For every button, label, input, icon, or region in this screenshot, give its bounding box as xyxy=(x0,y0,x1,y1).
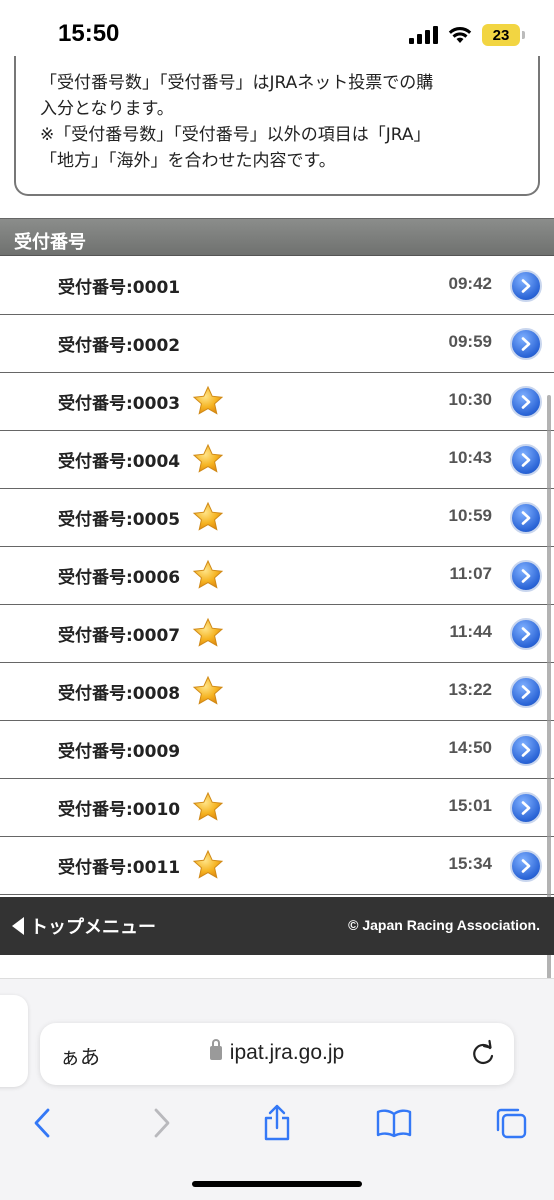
chevron-right-circle-icon[interactable] xyxy=(510,618,542,650)
forward-button[interactable] xyxy=(142,1103,182,1143)
receipt-time: 09:42 xyxy=(448,274,492,293)
previous-tab-preview[interactable] xyxy=(0,995,28,1087)
share-button[interactable] xyxy=(257,1103,297,1143)
receipt-number-label: 受付番号:0006 xyxy=(58,568,181,588)
footer-bar: トップメニュー © Japan Racing Association. xyxy=(0,897,554,955)
receipt-number-label: 受付番号:0004 xyxy=(58,452,181,472)
address-bar[interactable]: ぁあ ipat.jra.go.jp xyxy=(40,1023,514,1085)
star-icon xyxy=(192,617,224,649)
receipt-time: 14:50 xyxy=(448,738,492,757)
bookmarks-button[interactable] xyxy=(374,1103,414,1143)
receipt-time: 11:44 xyxy=(449,622,492,641)
chevron-right-circle-icon[interactable] xyxy=(510,328,542,360)
cellular-signal-icon xyxy=(409,26,438,44)
chevron-right-circle-icon[interactable] xyxy=(510,270,542,302)
receipt-row[interactable]: 受付番号:0010 15:01 xyxy=(0,779,554,837)
receipt-row[interactable]: 受付番号:0007 11:44 xyxy=(0,605,554,663)
home-indicator xyxy=(192,1181,362,1187)
chevron-right-circle-icon[interactable] xyxy=(510,676,542,708)
receipt-number-label: 受付番号:0002 xyxy=(58,336,181,356)
chevron-right-circle-icon[interactable] xyxy=(510,850,542,882)
reload-icon[interactable] xyxy=(468,1039,498,1069)
share-icon xyxy=(264,1104,290,1141)
chevron-left-icon xyxy=(34,1108,50,1138)
receipt-number-label: 受付番号:0005 xyxy=(58,510,181,530)
top-menu-link[interactable]: トップメニュー xyxy=(12,913,156,939)
receipt-row[interactable]: 受付番号:0011 15:34 xyxy=(0,837,554,895)
tabs-icon xyxy=(496,1108,527,1139)
chevron-right-icon xyxy=(154,1108,170,1138)
browser-toolbar: ぁあ ipat.jra.go.jp xyxy=(0,978,554,1200)
top-menu-label: トップメニュー xyxy=(30,917,156,938)
receipt-row[interactable]: 受付番号:0009 14:50 xyxy=(0,721,554,779)
star-icon xyxy=(192,443,224,475)
back-button[interactable] xyxy=(22,1103,62,1143)
receipt-row[interactable]: 受付番号:0001 09:42 xyxy=(0,257,554,315)
notice-box: 「受付番号数」「受付番号」はJRAネット投票での購 入分となります。 ※「受付番… xyxy=(14,56,540,196)
url-text: ipat.jra.go.jp xyxy=(229,1041,345,1064)
receipt-time: 09:59 xyxy=(448,332,492,351)
receipt-row[interactable]: 受付番号:0003 10:30 xyxy=(0,373,554,431)
star-icon xyxy=(192,501,224,533)
receipt-number-label: 受付番号:0009 xyxy=(58,742,181,762)
lock-icon xyxy=(209,1039,222,1060)
chevron-right-circle-icon[interactable] xyxy=(510,444,542,476)
section-header: 受付番号 xyxy=(0,218,554,256)
receipt-row[interactable]: 受付番号:0002 09:59 xyxy=(0,315,554,373)
star-icon xyxy=(192,791,224,823)
notice-line: 「地方」「海外」を合わせた内容です。 xyxy=(40,151,336,171)
star-icon xyxy=(192,385,224,417)
receipt-number-label: 受付番号:0010 xyxy=(58,800,181,820)
url-display[interactable]: ipat.jra.go.jp xyxy=(40,1039,514,1065)
status-icons: 23 xyxy=(409,24,525,46)
tabs-button[interactable] xyxy=(491,1103,531,1143)
chevron-right-circle-icon[interactable] xyxy=(510,792,542,824)
star-icon xyxy=(192,675,224,707)
receipt-time: 10:30 xyxy=(448,390,492,409)
receipt-time: 11:07 xyxy=(449,564,492,583)
book-icon xyxy=(376,1109,412,1138)
notice-line: 「受付番号数」「受付番号」はJRAネット投票での購 xyxy=(40,73,434,93)
receipt-list: 受付番号:0001 09:42 受付番号:0002 09:59 受付番号:0003 10:… xyxy=(0,257,554,895)
wifi-icon xyxy=(448,26,472,43)
copyright: © Japan Racing Association. xyxy=(348,917,540,933)
receipt-row[interactable]: 受付番号:0004 10:43 xyxy=(0,431,554,489)
receipt-time: 15:34 xyxy=(448,854,492,873)
chevron-right-circle-icon[interactable] xyxy=(510,734,542,766)
notice-line: ※「受付番号数」「受付番号」以外の項目は「JRA」 xyxy=(40,125,431,145)
star-icon xyxy=(192,849,224,881)
status-bar: 15:50 23 xyxy=(0,0,554,60)
receipt-number-label: 受付番号:0001 xyxy=(58,278,181,298)
receipt-number-label: 受付番号:0003 xyxy=(58,394,181,414)
star-icon xyxy=(192,559,224,591)
receipt-time: 13:22 xyxy=(448,680,492,699)
receipt-row[interactable]: 受付番号:0006 11:07 xyxy=(0,547,554,605)
chevron-right-circle-icon[interactable] xyxy=(510,386,542,418)
receipt-number-label: 受付番号:0008 xyxy=(58,684,181,704)
receipt-number-label: 受付番号:0011 xyxy=(58,858,181,878)
notice-line: 入分となります。 xyxy=(40,99,174,119)
receipt-number-label: 受付番号:0007 xyxy=(58,626,181,646)
triangle-left-icon xyxy=(12,917,24,935)
receipt-time: 10:59 xyxy=(448,506,492,525)
battery-indicator: 23 xyxy=(482,24,525,46)
navigation-toolbar xyxy=(0,1103,554,1153)
chevron-right-circle-icon[interactable] xyxy=(510,502,542,534)
receipt-time: 10:43 xyxy=(448,448,492,467)
receipt-row[interactable]: 受付番号:0005 10:59 xyxy=(0,489,554,547)
chevron-right-circle-icon[interactable] xyxy=(510,560,542,592)
receipt-time: 15:01 xyxy=(448,796,492,815)
receipt-row[interactable]: 受付番号:0008 13:22 xyxy=(0,663,554,721)
status-time: 15:50 xyxy=(58,20,120,47)
